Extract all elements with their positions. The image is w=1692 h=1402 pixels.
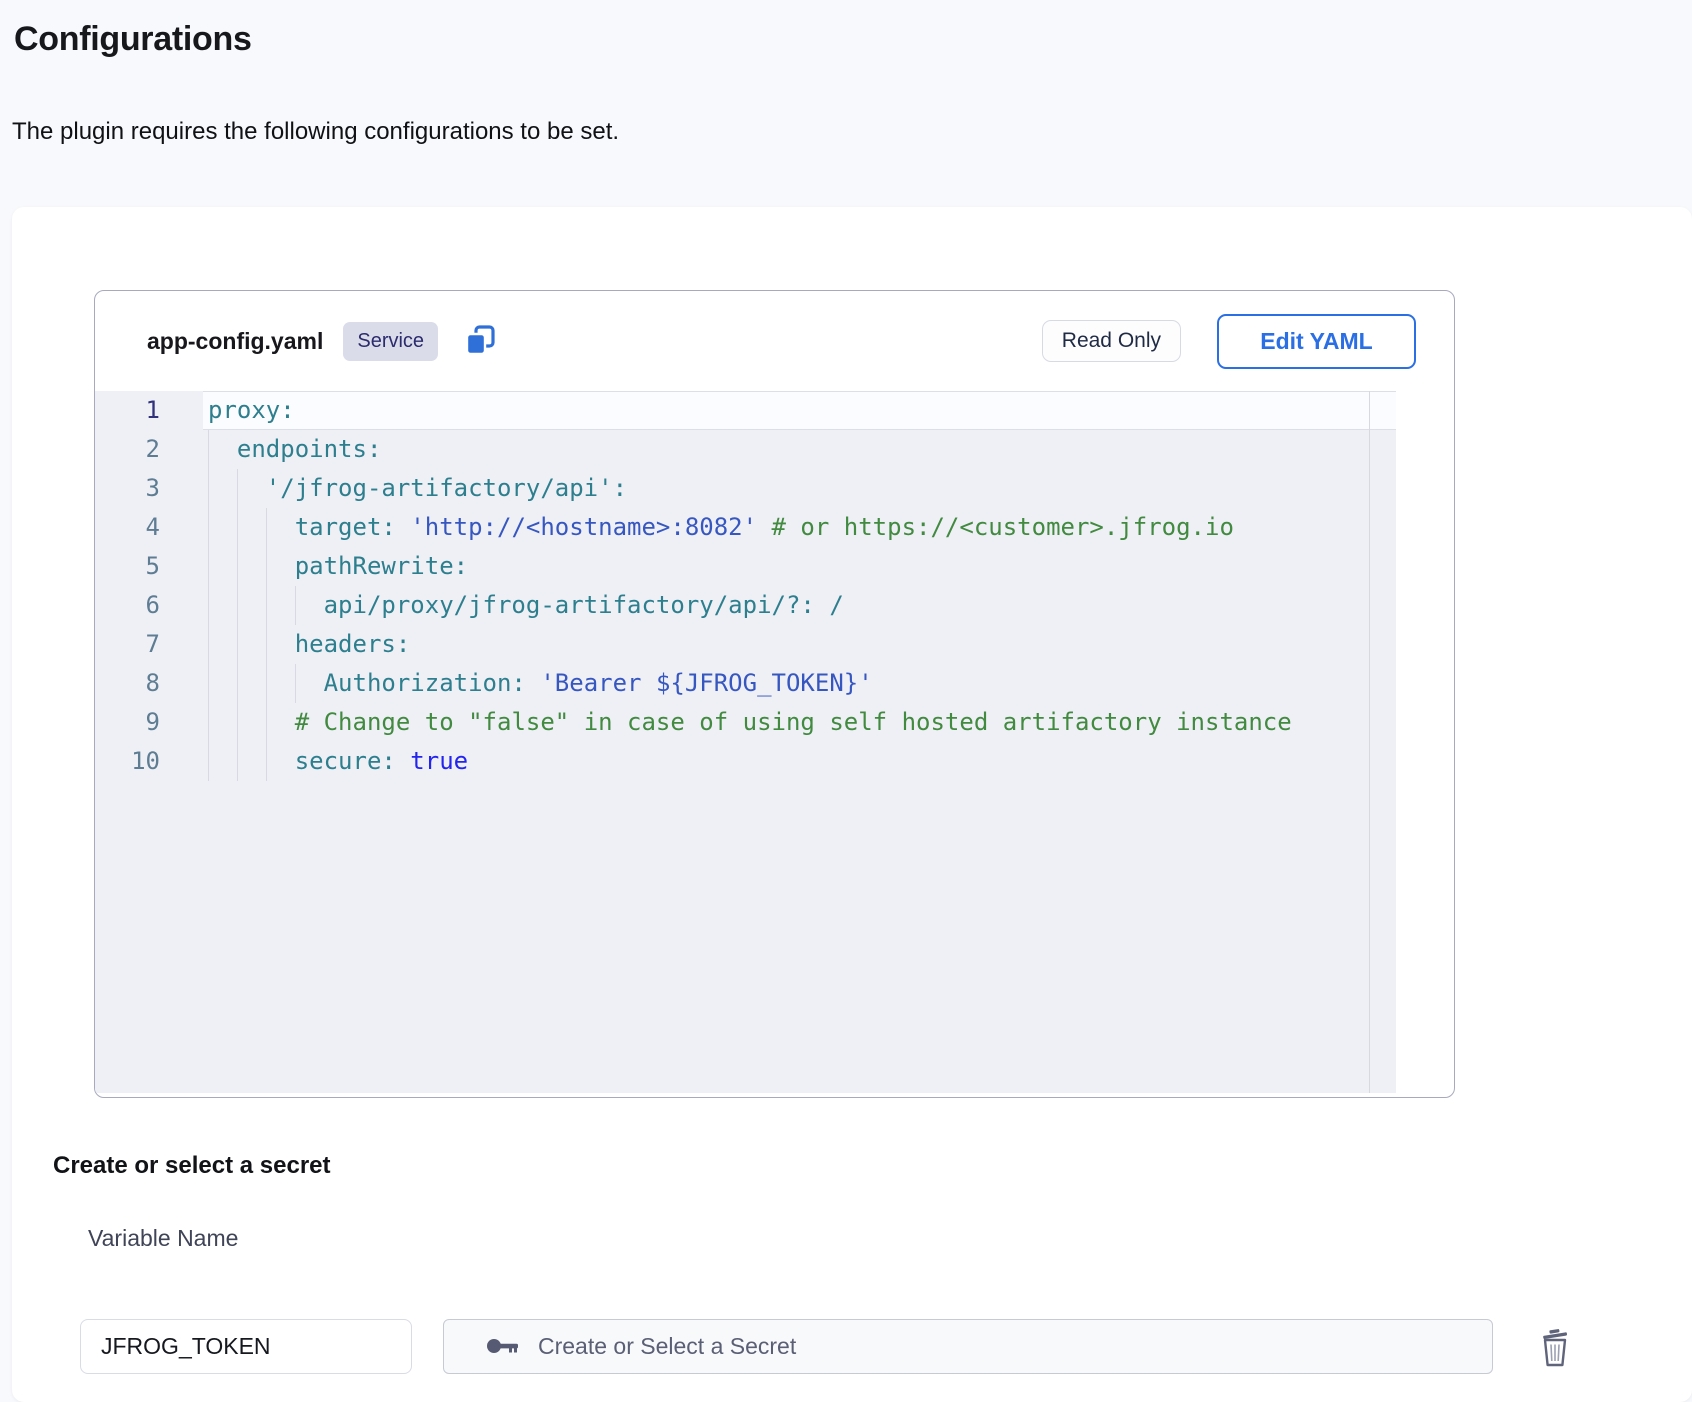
- code-line-content: headers:: [203, 625, 1396, 664]
- page-subtitle: The plugin requires the following config…: [12, 118, 619, 146]
- code-line: 1proxy:: [95, 391, 1396, 430]
- code-editor[interactable]: 1proxy:2 endpoints:3 '/jfrog-artifactory…: [95, 391, 1396, 1093]
- page-title: Configurations: [14, 20, 252, 59]
- service-badge: Service: [343, 322, 438, 361]
- code-line: 8 Authorization: 'Bearer ${JFROG_TOKEN}': [95, 664, 1396, 703]
- configurations-panel: app-config.yaml Service Read Only Edit Y…: [12, 207, 1692, 1402]
- code-line: 7 headers:: [95, 625, 1396, 664]
- line-number: 4: [95, 508, 203, 547]
- secret-heading: Create or select a secret: [53, 1152, 331, 1180]
- read-only-button[interactable]: Read Only: [1042, 320, 1181, 362]
- code-line: 9 # Change to "false" in case of using s…: [95, 703, 1396, 742]
- copy-button[interactable]: [464, 324, 498, 358]
- secret-select-placeholder: Create or Select a Secret: [538, 1333, 796, 1360]
- yaml-editor-card: app-config.yaml Service Read Only Edit Y…: [94, 290, 1455, 1098]
- editor-header: app-config.yaml Service Read Only Edit Y…: [95, 291, 1454, 391]
- code-line-content: Authorization: 'Bearer ${JFROG_TOKEN}': [203, 664, 1396, 703]
- line-number: 10: [95, 742, 203, 781]
- code-line: 2 endpoints:: [95, 430, 1396, 469]
- plugin-config-page: Configurations The plugin requires the f…: [0, 0, 1692, 1402]
- trash-icon: [1536, 1325, 1574, 1369]
- scrollbar-ruler: [1369, 391, 1370, 1093]
- line-number: 1: [95, 391, 203, 430]
- config-filename: app-config.yaml: [147, 328, 323, 355]
- code-line: 10 secure: true: [95, 742, 1396, 781]
- variable-name-label: Variable Name: [88, 1225, 238, 1252]
- variable-name-input[interactable]: [80, 1319, 412, 1374]
- code-line-content: # Change to "false" in case of using sel…: [203, 703, 1396, 742]
- code-line: 4 target: 'http://<hostname>:8082' # or …: [95, 508, 1396, 547]
- code-line-content: api/proxy/jfrog-artifactory/api/?: /: [203, 586, 1396, 625]
- line-number: 2: [95, 430, 203, 469]
- line-number: 3: [95, 469, 203, 508]
- key-icon: [486, 1336, 520, 1358]
- code-line-content: proxy:: [203, 391, 1396, 430]
- line-number: 6: [95, 586, 203, 625]
- code-line-content: secure: true: [203, 742, 1396, 781]
- code-line-content: target: 'http://<hostname>:8082' # or ht…: [203, 508, 1396, 547]
- code-line: 5 pathRewrite:: [95, 547, 1396, 586]
- code-line: 3 '/jfrog-artifactory/api':: [95, 469, 1396, 508]
- code-line-content: endpoints:: [203, 430, 1396, 469]
- code-line: 6 api/proxy/jfrog-artifactory/api/?: /: [95, 586, 1396, 625]
- copy-icon: [464, 324, 498, 358]
- line-number: 7: [95, 625, 203, 664]
- line-number: 9: [95, 703, 203, 742]
- edit-yaml-button[interactable]: Edit YAML: [1217, 314, 1416, 369]
- code-line-content: pathRewrite:: [203, 547, 1396, 586]
- line-number: 5: [95, 547, 203, 586]
- secret-select[interactable]: Create or Select a Secret: [443, 1319, 1493, 1374]
- delete-secret-button[interactable]: [1533, 1324, 1577, 1370]
- code-lines: 1proxy:2 endpoints:3 '/jfrog-artifactory…: [95, 391, 1396, 781]
- code-line-content: '/jfrog-artifactory/api':: [203, 469, 1396, 508]
- line-number: 8: [95, 664, 203, 703]
